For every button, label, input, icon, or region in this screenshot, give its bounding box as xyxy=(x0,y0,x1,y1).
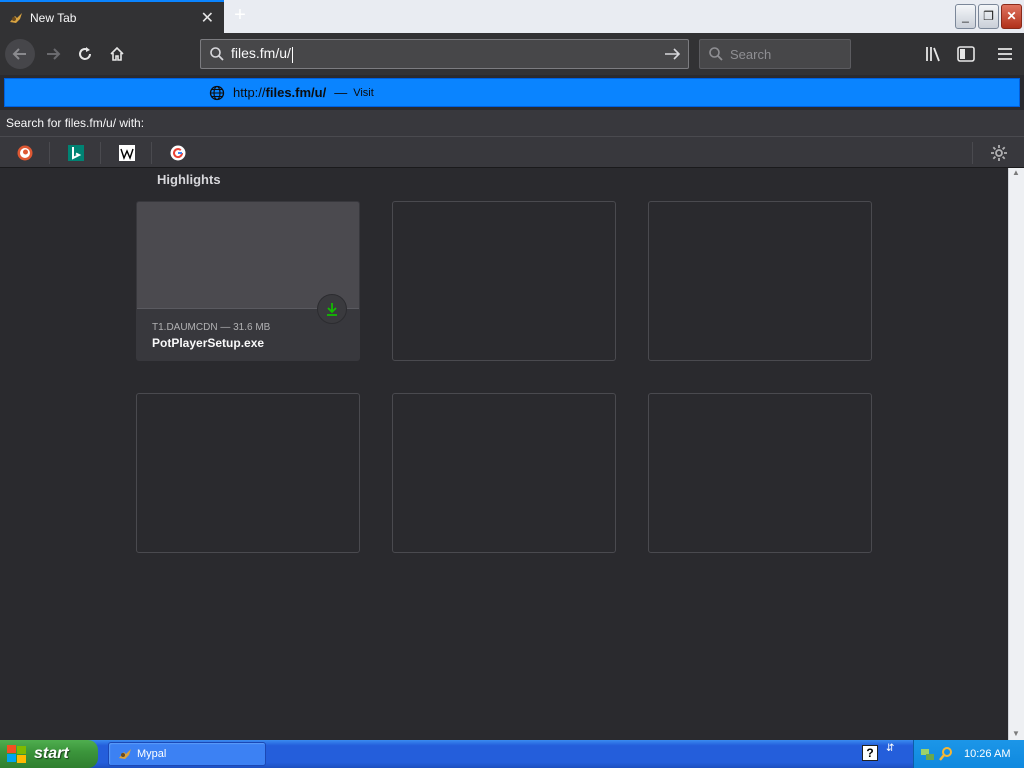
engine-wikipedia[interactable] xyxy=(102,142,152,164)
clock[interactable]: 10:26 AM xyxy=(964,748,1010,760)
scroll-down-arrow-icon[interactable]: ▼ xyxy=(1012,729,1020,738)
card-filename: PotPlayerSetup.exe xyxy=(152,336,265,350)
highlight-placeholder xyxy=(392,393,616,553)
urlbar-popup: http://files.fm/u/ — Visit Search for fi… xyxy=(0,75,1024,168)
go-arrow-icon[interactable] xyxy=(664,46,682,62)
wikipedia-icon xyxy=(118,145,135,161)
new-tab-page: Highlights T1.DAUMCDN — 31.6 MB PotPlaye… xyxy=(0,168,1008,740)
start-label: start xyxy=(34,745,69,762)
download-icon xyxy=(327,303,337,316)
card-host: T1.DAUMCDN — 31.6 MB xyxy=(152,322,271,333)
url-suggestion-row[interactable]: http://files.fm/u/ — Visit xyxy=(4,78,1020,107)
close-window-button[interactable]: ✕ xyxy=(1001,4,1022,29)
highlight-placeholder xyxy=(648,201,872,361)
duckduckgo-icon xyxy=(17,145,32,161)
forward-arrow-icon xyxy=(47,48,61,60)
navigation-toolbar: files.fm/u/ Search xyxy=(0,33,1024,75)
suggestion-url: http://files.fm/u/ xyxy=(233,85,326,100)
forward-button[interactable] xyxy=(38,39,68,69)
gear-icon xyxy=(990,145,1007,161)
mypal-app-icon xyxy=(119,749,131,759)
maximize-button[interactable]: ❐ xyxy=(978,4,999,29)
new-tab-button[interactable]: + xyxy=(228,4,252,28)
tab-close-icon[interactable]: ✕ xyxy=(201,8,214,28)
home-icon xyxy=(110,46,124,61)
highlights-title: Highlights xyxy=(157,172,221,187)
google-icon xyxy=(170,145,186,161)
tab-new-tab[interactable]: New Tab ✕ xyxy=(0,0,224,33)
one-off-search-engines xyxy=(0,136,1024,168)
globe-icon xyxy=(209,85,225,100)
start-button[interactable]: start xyxy=(0,740,98,768)
search-input[interactable]: Search xyxy=(730,47,771,62)
reload-button[interactable] xyxy=(70,39,100,69)
highlight-placeholder xyxy=(648,393,872,553)
highlight-card[interactable]: T1.DAUMCDN — 31.6 MB PotPlayerSetup.exe xyxy=(136,201,360,361)
search-bar[interactable]: Search xyxy=(699,39,851,69)
engine-duckduckgo[interactable] xyxy=(0,142,50,164)
scroll-up-arrow-icon[interactable]: ▲ xyxy=(1012,168,1020,177)
url-bar[interactable]: files.fm/u/ xyxy=(200,39,689,69)
search-icon xyxy=(210,47,224,61)
suggestion-separator: — xyxy=(334,85,348,100)
home-button[interactable] xyxy=(102,39,132,69)
vertical-scrollbar[interactable]: ▲ ▼ xyxy=(1008,168,1024,740)
highlight-placeholder xyxy=(136,393,360,553)
suggestion-url-prefix: http:// xyxy=(233,85,266,100)
windows-flag-icon xyxy=(7,745,26,763)
title-bar: New Tab ✕ + _ ❐ ✕ xyxy=(0,0,1024,33)
taskbar-item-label: Mypal xyxy=(137,748,167,760)
minimize-button[interactable]: _ xyxy=(955,4,976,29)
suggestion-action: Visit xyxy=(353,86,374,99)
mypal-favicon-icon xyxy=(8,10,24,26)
system-tray: 10:26 AM xyxy=(913,740,1024,768)
url-input-text: files.fm/u/ xyxy=(231,45,291,62)
card-thumbnail xyxy=(137,202,359,309)
search-tray-icon[interactable] xyxy=(938,746,954,762)
engine-bing[interactable] xyxy=(51,142,101,164)
taskbar-item-mypal[interactable]: Mypal xyxy=(108,742,266,766)
network-icon[interactable] xyxy=(920,746,936,762)
highlight-placeholder xyxy=(392,201,616,361)
bing-icon xyxy=(67,145,84,161)
search-with-label: Search for files.fm/u/ with: xyxy=(0,110,1024,136)
help-icon[interactable]: ? xyxy=(862,745,878,761)
text-caret xyxy=(291,46,293,63)
back-arrow-icon xyxy=(12,48,26,60)
sidebar-icon[interactable] xyxy=(956,44,976,64)
taskbar: start Mypal ? ⇵ 10:26 AM xyxy=(0,740,1024,768)
reload-icon xyxy=(79,47,91,60)
download-badge xyxy=(317,294,347,324)
url-input[interactable]: files.fm/u/ xyxy=(231,45,293,63)
hamburger-menu-icon[interactable] xyxy=(995,44,1015,64)
engine-google[interactable] xyxy=(153,142,203,164)
library-icon[interactable] xyxy=(924,44,944,64)
suggestion-url-host: files.fm/u/ xyxy=(265,85,327,100)
language-bar-arrows-icon[interactable]: ⇵ xyxy=(886,744,894,754)
search-icon xyxy=(709,47,723,61)
back-button[interactable] xyxy=(5,39,35,69)
tab-title: New Tab xyxy=(30,10,77,25)
search-settings-button[interactable] xyxy=(972,142,1024,164)
